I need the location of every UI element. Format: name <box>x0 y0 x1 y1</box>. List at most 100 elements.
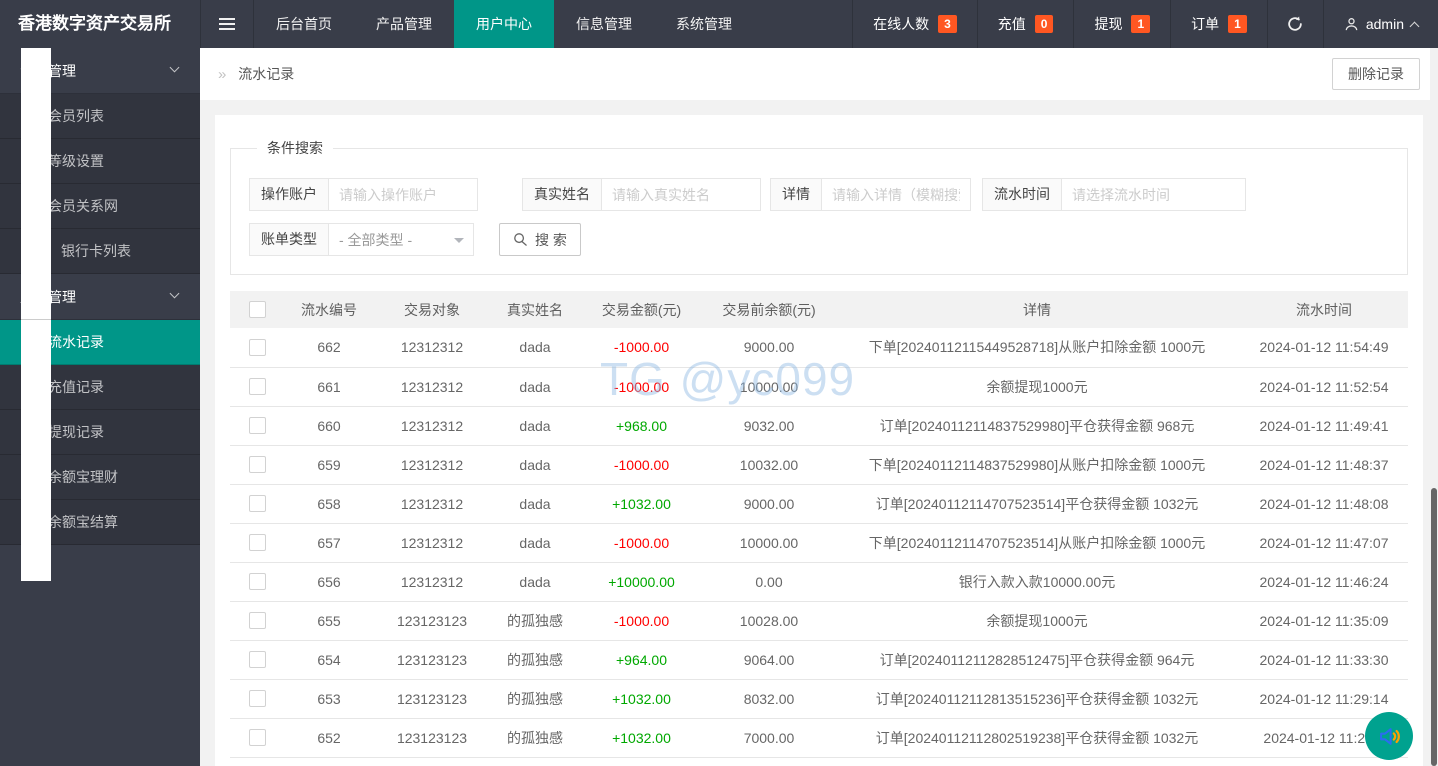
cell-amount: -1000.00 <box>614 535 669 551</box>
sidebar-item-label: 余额宝结算 <box>48 512 118 532</box>
sound-button[interactable] <box>1365 712 1413 760</box>
refresh-icon <box>1286 15 1304 33</box>
row-checkbox[interactable] <box>249 456 266 473</box>
cell-flow-id: 652 <box>285 718 373 757</box>
row-checkbox[interactable] <box>249 339 266 356</box>
cell-balance: 8000.00 <box>704 757 834 766</box>
cell-amount: +10000.00 <box>608 574 675 590</box>
search-button[interactable]: 搜 索 <box>499 223 581 256</box>
row-checkbox[interactable] <box>249 534 266 551</box>
row-checkbox[interactable] <box>249 651 266 668</box>
nav-stat-item[interactable]: 订单 1 <box>1170 0 1267 48</box>
nav-menu-item[interactable]: 后台首页 <box>254 0 354 48</box>
cell-detail: 余额提现1000元 <box>834 367 1240 406</box>
cell-detail: 银行入款入款10000.00元 <box>834 562 1240 601</box>
cell-detail: 订单[20240112112828512475]平仓获得金额 964元 <box>834 640 1240 679</box>
nav-menu-item[interactable]: 信息管理 <box>554 0 654 48</box>
bill-type-select[interactable]: - 全部类型 - <box>328 223 474 256</box>
row-checkbox[interactable] <box>249 729 266 746</box>
cell-detail: 下单[20240112114707523514]从账户扣除金额 1000元 <box>834 523 1240 562</box>
sidebar-item-label: 充值记录 <box>48 377 104 397</box>
cell-flow-id: 662 <box>285 328 373 367</box>
search-field-group: 真实姓名 <box>522 178 761 211</box>
cell-detail: 订单[20240112112813515236]平仓获得金额 1032元 <box>834 679 1240 718</box>
nav-menu-item[interactable]: 系统管理 <box>654 0 754 48</box>
row-checkbox[interactable] <box>249 612 266 629</box>
cell-flow-id: 651 <box>285 757 373 766</box>
select-all-checkbox[interactable] <box>249 301 266 318</box>
sidebar-toggle-button[interactable] <box>200 0 254 48</box>
sidebar-group-label: 财务管理 <box>20 289 76 305</box>
cell-time: 2024-01-12 11:35:09 <box>1240 601 1408 640</box>
cell-detail: 订单[20240112112802519238]平仓获得金额 1032元 <box>834 718 1240 757</box>
nav-menu-item-label: 信息管理 <box>576 16 632 32</box>
cell-detail: 余额提现1000元 <box>834 601 1240 640</box>
nav-stat-label: 充值 <box>998 14 1026 34</box>
cell-real-name: dada <box>491 484 579 523</box>
table-header-cell: 交易前余额(元) <box>704 291 834 328</box>
row-checkbox[interactable] <box>249 417 266 434</box>
sidebar-item[interactable]: 银行卡列表 <box>0 229 200 274</box>
nav-stat-item[interactable]: 提现 1 <box>1073 0 1170 48</box>
detail-input[interactable] <box>821 178 971 211</box>
table-body: 662 12312312 dada -1000.00 9000.00 下单[20… <box>230 328 1408 766</box>
cell-real-name: 的孤独感 <box>491 679 579 718</box>
cell-balance: 9064.00 <box>704 640 834 679</box>
table-row: 657 12312312 dada -1000.00 10000.00 下单[2… <box>230 523 1408 562</box>
search-button-label: 搜 索 <box>535 230 567 250</box>
cell-flow-id: 653 <box>285 679 373 718</box>
sidebar-group-finance[interactable]: 财务管理 <box>0 274 200 320</box>
field-label: 操作账户 <box>249 178 329 211</box>
table-row: 651 123123123 的孤独感 -1000.00 8000.00 下单[2… <box>230 757 1408 766</box>
table-row: 661 12312312 dada -1000.00 10000.00 余额提现… <box>230 367 1408 406</box>
row-checkbox[interactable] <box>249 378 266 395</box>
cell-target: 123123123 <box>373 718 491 757</box>
field-label: 流水时间 <box>982 178 1062 211</box>
nav-menu-item-label: 产品管理 <box>376 16 432 32</box>
page-title: 流水记录 <box>238 66 294 82</box>
real-name-input[interactable] <box>601 178 761 211</box>
breadcrumb-bar: » 流水记录 删除记录 <box>200 48 1438 100</box>
cell-real-name: 的孤独感 <box>491 640 579 679</box>
cell-amount: +1032.00 <box>612 730 671 746</box>
row-checkbox[interactable] <box>249 573 266 590</box>
row-checkbox[interactable] <box>249 690 266 707</box>
cell-target: 123123123 <box>373 679 491 718</box>
cell-time: 2024-01-12 11:48:37 <box>1240 445 1408 484</box>
table-row: 658 12312312 dada +1032.00 9000.00 订单[20… <box>230 484 1408 523</box>
cell-flow-id: 656 <box>285 562 373 601</box>
user-menu[interactable]: admin <box>1323 0 1438 48</box>
cell-amount: +964.00 <box>616 652 667 668</box>
table-header-cell: 交易金额(元) <box>579 291 704 328</box>
top-navbar: 香港数字资产交易所 后台首页 产品管理 用户中心 信息管理 系统管理 <box>0 0 1438 48</box>
main-area: » 流水记录 删除记录 条件搜索 操作账户 真实姓名 <box>200 0 1438 766</box>
cell-real-name: dada <box>491 523 579 562</box>
nav-stat-item[interactable]: 充值 0 <box>977 0 1074 48</box>
cell-real-name: dada <box>491 562 579 601</box>
stat-badge: 1 <box>1131 15 1150 33</box>
delete-records-button[interactable]: 删除记录 <box>1332 58 1420 90</box>
nav-stat-item[interactable]: 在线人数 3 <box>852 0 977 48</box>
cell-amount: +1032.00 <box>612 691 671 707</box>
cell-time: 2024-01-12 11:49:41 <box>1240 406 1408 445</box>
nav-menu-item[interactable]: 产品管理 <box>354 0 454 48</box>
refresh-button[interactable] <box>1267 0 1323 48</box>
cell-detail: 下单[20240112115449528718]从账户扣除金额 1000元 <box>834 328 1240 367</box>
cell-amount: -1000.00 <box>614 379 669 395</box>
scrollbar-thumb[interactable] <box>1431 488 1437 766</box>
cell-flow-id: 654 <box>285 640 373 679</box>
flow-time-input[interactable] <box>1061 178 1246 211</box>
operator-account-input[interactable] <box>328 178 478 211</box>
nav-menu-item[interactable]: 用户中心 <box>454 0 554 48</box>
row-checkbox[interactable] <box>249 495 266 512</box>
nav-stat-label: 订单 <box>1191 14 1219 34</box>
scrollbar-track[interactable] <box>1430 48 1438 766</box>
cell-time: 2024-01-12 11:47:07 <box>1240 523 1408 562</box>
cell-balance: 9000.00 <box>704 484 834 523</box>
table-row: 656 12312312 dada +10000.00 0.00 银行入款入款1… <box>230 562 1408 601</box>
cell-flow-id: 657 <box>285 523 373 562</box>
chevron-up-icon <box>1410 21 1420 31</box>
cell-flow-id: 661 <box>285 367 373 406</box>
cell-target: 12312312 <box>373 562 491 601</box>
cell-flow-id: 660 <box>285 406 373 445</box>
